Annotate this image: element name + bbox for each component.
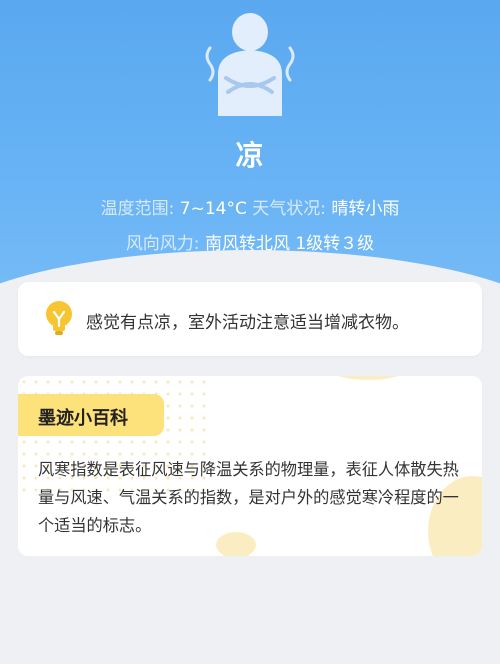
weather-label: 天气状况: xyxy=(252,199,326,219)
encyclopedia-title: 墨迹小百科 xyxy=(38,408,128,429)
weather-hero: 凉 温度范围: 7~14°C 天气状况: 晴转小雨 风向风力: 南风转北风 1级… xyxy=(0,0,500,320)
weather-value: 晴转小雨 xyxy=(331,199,400,219)
comfort-level-title: 凉 xyxy=(235,139,265,172)
temp-range-value: 7~14°C xyxy=(179,199,247,219)
tip-text: 感觉有点凉，室外活动注意适当增减衣物。 xyxy=(86,313,409,333)
cold-person-icon xyxy=(205,13,295,116)
temp-range-label: 温度范围: xyxy=(100,199,175,219)
encyclopedia-card: 墨迹小百科 风寒指数是表征风速与降温关系的物理量，表征人体散失热量与风速、气温关… xyxy=(18,376,482,556)
wind-line: 风向风力: 南风转北风 1级转３级 xyxy=(0,229,500,254)
decor-blob xyxy=(318,376,418,380)
encyclopedia-badge: 墨迹小百科 xyxy=(18,394,164,436)
encyclopedia-body: 风寒指数是表征风速与降温关系的物理量，表征人体散失热量与风速、气温关系的指数，是… xyxy=(38,460,459,535)
lightbulb-icon xyxy=(46,301,72,335)
tip-card: 感觉有点凉，室外活动注意适当增减衣物。 xyxy=(18,282,482,356)
wind-value: 南风转北风 1级转３级 xyxy=(204,234,375,254)
wind-label: 风向风力: xyxy=(125,234,200,254)
temp-weather-line: 温度范围: 7~14°C 天气状况: 晴转小雨 xyxy=(0,194,500,219)
